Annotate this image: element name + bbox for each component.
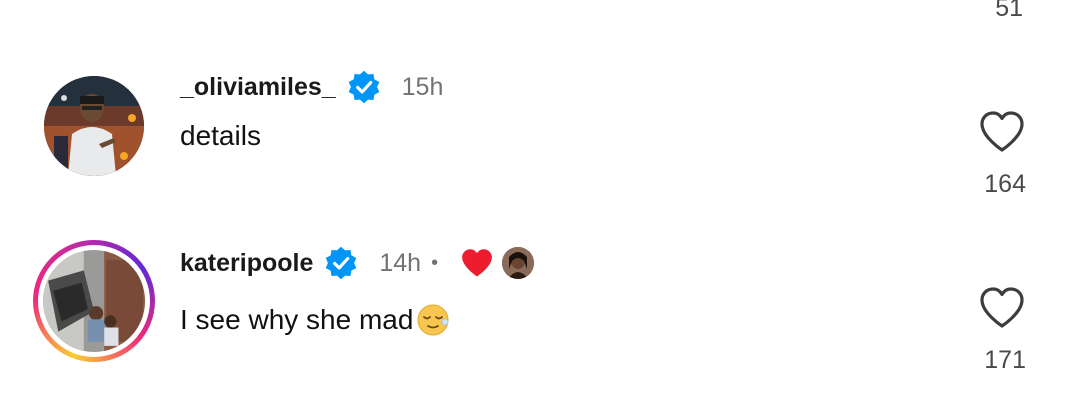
like-count: 164 bbox=[984, 170, 1026, 198]
comment-time: 15h bbox=[401, 72, 444, 101]
like-count: 171 bbox=[984, 346, 1026, 374]
like-button[interactable] bbox=[978, 286, 1026, 330]
like-button[interactable] bbox=[978, 110, 1026, 154]
story-ring[interactable] bbox=[33, 240, 155, 362]
comment-time: 14h bbox=[379, 248, 422, 277]
comment-header: kateripoole 14h • bbox=[180, 245, 535, 281]
avatar-photo bbox=[43, 250, 145, 352]
username[interactable]: kateripoole bbox=[180, 249, 313, 278]
heart-outline-icon bbox=[980, 287, 1024, 328]
creator-liked-heart-icon bbox=[460, 246, 494, 280]
comment-item: _oliviamiles_ 15h details 164 bbox=[0, 69, 1080, 198]
comment-text-row: I see why she mad bbox=[180, 302, 451, 338]
creator-avatar bbox=[502, 247, 535, 279]
verified-badge-icon bbox=[346, 69, 382, 105]
comment-text: details bbox=[180, 120, 261, 151]
avatar[interactable] bbox=[44, 76, 144, 176]
relieved-face-icon bbox=[415, 302, 451, 338]
avatar-photo bbox=[44, 76, 144, 176]
separator-dot: • bbox=[431, 251, 439, 274]
comment-header: _oliviamiles_ 15h bbox=[180, 69, 444, 105]
comment-item: kateripoole 14h • I see why she mad 171 bbox=[0, 238, 1080, 378]
comment-text: I see why she mad bbox=[180, 304, 414, 335]
heart-outline-icon bbox=[980, 111, 1024, 152]
username[interactable]: _oliviamiles_ bbox=[180, 73, 336, 102]
avatar bbox=[43, 250, 145, 352]
previous-comment-like-count: 51 bbox=[995, 0, 1023, 22]
verified-badge-icon bbox=[323, 245, 359, 281]
comments-list: 51 _oliviamiles_ 15h details 164 katerip… bbox=[0, 0, 1080, 413]
